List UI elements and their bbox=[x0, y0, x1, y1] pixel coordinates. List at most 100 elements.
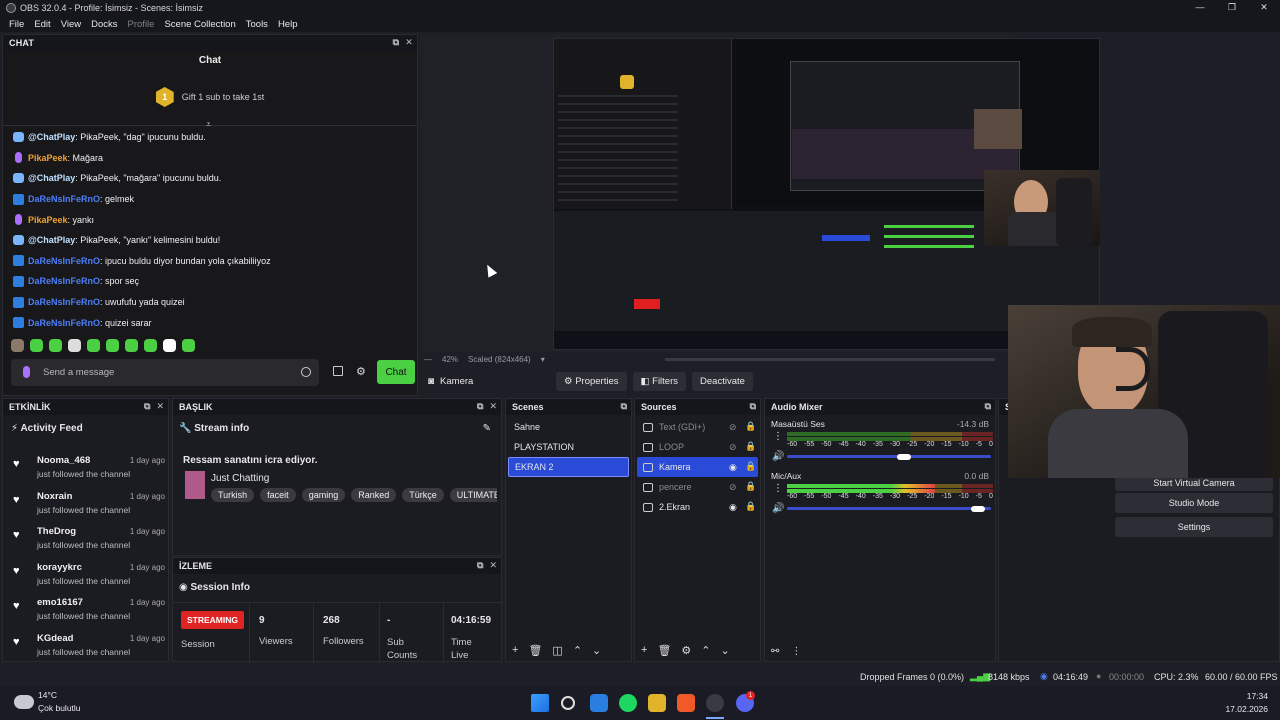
stream-tag[interactable]: Ranked bbox=[351, 488, 397, 502]
scene-item[interactable]: Sahne bbox=[508, 417, 629, 437]
obs-taskbar-icon[interactable] bbox=[706, 694, 724, 712]
menu-tools[interactable]: Tools bbox=[241, 19, 273, 30]
maximize-icon[interactable]: ❐ bbox=[1216, 0, 1248, 16]
windows-start-icon[interactable] bbox=[531, 694, 549, 712]
emote-icon[interactable] bbox=[49, 339, 62, 352]
chat-username[interactable]: @ChatPlay bbox=[28, 235, 75, 245]
gift-icon[interactable] bbox=[333, 366, 343, 376]
speaker-icon[interactable]: 🔊 bbox=[772, 503, 784, 514]
emote-icon[interactable] bbox=[163, 339, 176, 352]
cloud-icon[interactable] bbox=[14, 695, 34, 709]
lock-icon[interactable]: 🔒 bbox=[745, 461, 756, 472]
activity-item[interactable]: ♥ KGdead 1 day ago just followed the channe… bbox=[9, 631, 167, 665]
emoji-icon[interactable] bbox=[301, 367, 311, 377]
filters-button[interactable]: ◧ Filters bbox=[632, 371, 687, 391]
menu-file[interactable]: File bbox=[4, 19, 29, 30]
emote-icon[interactable] bbox=[144, 339, 157, 352]
volume-knob[interactable] bbox=[971, 505, 986, 512]
menu-docks[interactable]: Docks bbox=[86, 19, 122, 30]
volume-slider[interactable] bbox=[787, 505, 991, 512]
undock-icon[interactable]: ⧉ bbox=[750, 401, 756, 412]
stream-tag[interactable]: Turkish bbox=[211, 488, 255, 502]
activity-item[interactable]: ♥ korayykrc 1 day ago just followed the cha… bbox=[9, 560, 167, 594]
eye-icon[interactable]: ◉ bbox=[729, 502, 737, 513]
gift-banner[interactable]: 1 Gift 1 sub to take 1st bbox=[3, 87, 417, 107]
trash-icon[interactable]: 🗑 bbox=[528, 644, 542, 657]
source-item[interactable]: 2.Ekran ◉ 🔒 bbox=[637, 497, 758, 517]
more-icon[interactable]: ⋮ bbox=[791, 646, 801, 657]
activity-item[interactable]: ♥ TheDrog 1 day ago just followed the chann… bbox=[9, 524, 167, 558]
gear-icon[interactable]: ⚙ bbox=[681, 644, 691, 657]
clock-time[interactable]: 17:34 bbox=[1247, 691, 1268, 701]
speaker-icon[interactable]: 🔊 bbox=[772, 451, 784, 462]
undock-icon[interactable]: ⧉ bbox=[477, 401, 483, 412]
emote-icon[interactable] bbox=[30, 339, 43, 352]
chat-send-button[interactable]: Chat bbox=[377, 360, 415, 384]
chat-username[interactable]: DaReNsInFeRnO bbox=[28, 256, 100, 266]
move-down-icon[interactable]: ⌄ bbox=[592, 644, 601, 657]
stream-tag[interactable]: faceit bbox=[260, 488, 296, 502]
move-up-icon[interactable]: ⌃ bbox=[701, 644, 710, 657]
chat-username[interactable]: @ChatPlay bbox=[28, 132, 75, 142]
eye-off-icon[interactable]: ⊘ bbox=[729, 442, 737, 453]
more-icon[interactable]: ⋮ bbox=[773, 431, 783, 442]
source-item[interactable]: LOOP ⊘ 🔒 bbox=[637, 437, 758, 457]
trash-icon[interactable]: 🗑 bbox=[657, 644, 671, 657]
chat-username[interactable]: PikaPeek bbox=[28, 153, 68, 163]
activity-item[interactable]: ♥ Nooma_468 1 day ago just followed the cha… bbox=[9, 453, 167, 487]
close-dock-icon[interactable]: ✕ bbox=[156, 401, 164, 412]
stream-tag[interactable]: gaming bbox=[301, 488, 346, 502]
studio-mode-button[interactable]: Studio Mode bbox=[1115, 493, 1273, 513]
emote-icon[interactable] bbox=[11, 339, 24, 352]
eye-off-icon[interactable]: ⊘ bbox=[729, 422, 737, 433]
undock-icon[interactable]: ⧉ bbox=[144, 401, 150, 412]
menu-scene-collection[interactable]: Scene Collection bbox=[159, 19, 240, 30]
activity-item[interactable]: ♥ Noxrain 1 day ago just followed the chann… bbox=[9, 489, 167, 523]
clock-date[interactable]: 17.02.2026 bbox=[1225, 704, 1268, 714]
stream-tag[interactable]: Türkçe bbox=[402, 488, 444, 502]
link-icon[interactable]: ⚯ bbox=[771, 646, 779, 657]
undock-icon[interactable]: ⧉ bbox=[621, 401, 627, 412]
chat-username[interactable]: DaReNsInFeRnO bbox=[28, 276, 100, 286]
close-window-icon[interactable]: ✕ bbox=[1248, 0, 1280, 16]
chevron-down-icon[interactable]: ▾ bbox=[541, 355, 545, 364]
undock-icon[interactable]: ⧉ bbox=[985, 401, 991, 412]
more-icon[interactable]: ⋮ bbox=[773, 483, 783, 494]
lock-icon[interactable]: 🔒 bbox=[745, 481, 756, 492]
settings-button[interactable]: Settings bbox=[1115, 517, 1273, 537]
emote-icon[interactable] bbox=[87, 339, 100, 352]
volume-knob[interactable] bbox=[897, 453, 912, 460]
properties-button[interactable]: ⚙ Properties bbox=[556, 371, 627, 391]
scene-item[interactable]: PLAYSTATION bbox=[508, 437, 629, 457]
chat-username[interactable]: PikaPeek bbox=[28, 215, 68, 225]
source-item[interactable]: Text (GDI+) ⊘ 🔒 bbox=[637, 417, 758, 437]
lock-icon[interactable]: 🔒 bbox=[745, 501, 756, 512]
stream-tag[interactable]: ULTIMATE bbox=[449, 488, 497, 502]
emote-icon[interactable] bbox=[68, 339, 81, 352]
emote-icon[interactable] bbox=[182, 339, 195, 352]
volume-slider[interactable] bbox=[787, 453, 991, 460]
menu-help[interactable]: Help bbox=[273, 19, 303, 30]
chat-username[interactable]: DaReNsInFeRnO bbox=[28, 194, 100, 204]
move-down-icon[interactable]: ⌄ bbox=[721, 644, 730, 657]
filter-icon[interactable]: ◫ bbox=[552, 644, 562, 657]
eye-icon[interactable]: ◉ bbox=[729, 462, 737, 473]
activity-item[interactable]: ♥ emo16167 1 day ago just followed the chan… bbox=[9, 595, 167, 629]
lock-icon[interactable]: 🔒 bbox=[745, 421, 756, 432]
close-dock-icon[interactable]: ✕ bbox=[489, 401, 497, 412]
menu-edit[interactable]: Edit bbox=[29, 19, 55, 30]
source-item[interactable]: Kamera ◉ 🔒 bbox=[637, 457, 758, 477]
emote-icon[interactable] bbox=[106, 339, 119, 352]
mail-icon[interactable] bbox=[590, 694, 608, 712]
lock-icon[interactable]: 🔒 bbox=[745, 441, 756, 452]
search-icon[interactable] bbox=[561, 696, 575, 710]
brave-icon[interactable] bbox=[677, 694, 695, 712]
move-up-icon[interactable]: ⌃ bbox=[573, 644, 582, 657]
zoom-level[interactable]: 42% bbox=[442, 355, 458, 364]
deactivate-button[interactable]: Deactivate bbox=[692, 371, 753, 391]
chat-username[interactable]: DaReNsInFeRnO bbox=[28, 318, 100, 328]
menu-view[interactable]: View bbox=[56, 19, 86, 30]
spotify-icon[interactable] bbox=[619, 694, 637, 712]
weather-desc[interactable]: Çok bulutlu bbox=[38, 703, 81, 713]
scene-item[interactable]: EKRAN 2 bbox=[508, 457, 629, 477]
